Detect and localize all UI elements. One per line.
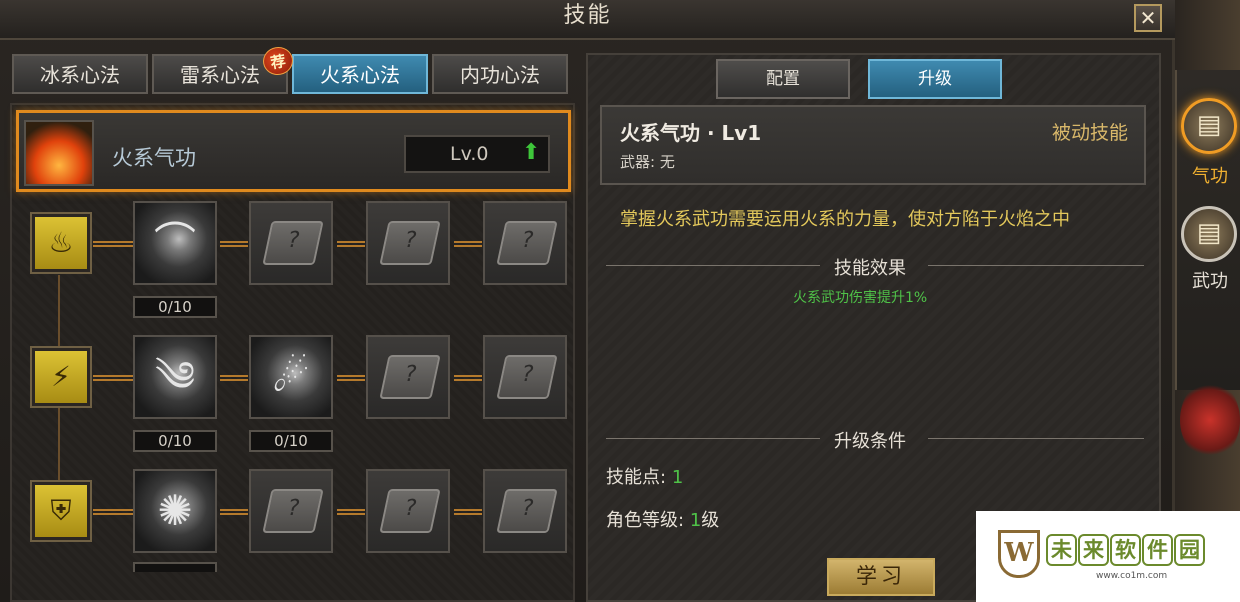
locked-book-icon: ? xyxy=(262,489,324,533)
shield-emblem-icon: ⛨ xyxy=(32,482,90,540)
skill-slot[interactable]: ༄ xyxy=(133,335,217,419)
skill-count: 0/10 xyxy=(249,430,333,452)
divider xyxy=(606,438,820,439)
divider xyxy=(928,438,1144,439)
background-ornament xyxy=(1180,380,1240,460)
qigong-book-icon[interactable]: ▤ xyxy=(1181,98,1237,154)
skill-points-value: 1 xyxy=(671,467,684,488)
tree-link xyxy=(220,375,248,381)
role-level-unit: 级 xyxy=(701,510,720,531)
side-tab-qigong[interactable]: 气功 xyxy=(1192,162,1228,188)
skill-slot[interactable]: ⌒ xyxy=(133,201,217,285)
burst-icon: ✺ xyxy=(157,486,193,535)
locked-book-icon: ? xyxy=(379,221,441,265)
skill-slot[interactable]: ☄ xyxy=(249,335,333,419)
skill-type: 被动技能 xyxy=(1052,122,1129,144)
locked-book-icon: ? xyxy=(379,355,441,399)
skill-name: 火系气功 xyxy=(112,146,196,170)
tree-link xyxy=(220,509,248,515)
spirit-icon: ༄ xyxy=(154,352,196,401)
tree-connector xyxy=(58,275,60,355)
skill-points-label: 技能点: xyxy=(606,467,667,488)
skill-slot-locked[interactable]: ? xyxy=(483,469,567,553)
tree-connector xyxy=(58,408,60,488)
tab-inner[interactable]: 内功心法 xyxy=(432,54,568,94)
tree-link xyxy=(337,241,365,247)
skill-slot-locked[interactable]: ? xyxy=(249,201,333,285)
skill-slot-locked[interactable]: ? xyxy=(366,469,450,553)
claw-emblem-icon: ⚡ xyxy=(32,348,90,406)
skill-slot[interactable]: ✺ xyxy=(133,469,217,553)
tab-fire[interactable]: 火系心法 xyxy=(292,54,428,94)
tree-link xyxy=(454,375,482,381)
tree-link xyxy=(454,509,482,515)
weapon-requirement: 武器: 无 xyxy=(620,153,675,171)
divider xyxy=(606,265,820,266)
tree-link xyxy=(454,241,482,247)
skill-points-row: 技能点: 1 xyxy=(606,463,683,489)
skill-slot-locked[interactable]: ? xyxy=(249,469,333,553)
window-title: 技能 xyxy=(0,0,1175,40)
locked-book-icon: ? xyxy=(496,355,558,399)
comet-icon: ☄ xyxy=(272,352,310,401)
tab-upgrade[interactable]: 升级 xyxy=(868,59,1002,99)
tree-link xyxy=(93,241,133,247)
skill-slot-locked[interactable]: ? xyxy=(483,335,567,419)
tree-link xyxy=(337,509,365,515)
watermark-url: www.co1m.com xyxy=(1096,571,1168,581)
watermark-char: 来 xyxy=(1078,534,1109,566)
skill-level: Lv.0 xyxy=(450,143,489,165)
skill-count xyxy=(133,562,217,572)
skill-slot-locked[interactable]: ? xyxy=(366,201,450,285)
watermark-char: 件 xyxy=(1142,534,1173,566)
watermark-text: 未来软件园 xyxy=(1046,534,1206,566)
tab-config[interactable]: 配置 xyxy=(716,59,850,99)
locked-book-icon: ? xyxy=(496,489,558,533)
locked-book-icon: ? xyxy=(496,221,558,265)
skill-slot-locked[interactable]: ? xyxy=(366,335,450,419)
tree-link xyxy=(337,375,365,381)
watermark-char: 未 xyxy=(1046,534,1077,566)
slash-icon: ⌒ xyxy=(153,218,196,267)
locked-book-icon: ? xyxy=(262,221,324,265)
fire-emblem-icon: ♨ xyxy=(32,214,90,272)
watermark-char: 软 xyxy=(1110,534,1141,566)
upgrade-arrow-icon[interactable]: ⬆ xyxy=(522,142,542,165)
learn-button[interactable]: 学习 xyxy=(827,558,935,596)
skill-slot-locked[interactable]: ? xyxy=(483,201,567,285)
close-button[interactable]: ✕ xyxy=(1134,4,1162,32)
role-level-row: 角色等级: 1级 xyxy=(606,506,719,532)
watermark-logo: W xyxy=(998,530,1040,578)
skill-count: 0/10 xyxy=(133,430,217,452)
effect-heading: 技能效果 xyxy=(834,258,906,279)
tree-link xyxy=(93,375,133,381)
tab-ice[interactable]: 冰系心法 xyxy=(12,54,148,94)
skill-description: 掌握火系武功需要运用火系的力量，使对方陷于火焰之中 xyxy=(620,209,1070,230)
martial-book-icon[interactable]: ▤ xyxy=(1181,206,1237,262)
skill-effect: 火系武功伤害提升1% xyxy=(793,290,928,306)
condition-heading: 升级条件 xyxy=(834,431,906,452)
role-level-label: 角色等级: xyxy=(606,510,685,531)
detail-title: 火系气功 · Lv1 xyxy=(620,121,762,145)
skill-count: 0/10 xyxy=(133,296,217,318)
fire-skill-icon xyxy=(24,120,94,186)
tree-link xyxy=(220,241,248,247)
divider xyxy=(928,265,1144,266)
watermark-char: 园 xyxy=(1174,534,1205,566)
tree-link xyxy=(93,509,133,515)
side-tab-martial[interactable]: 武功 xyxy=(1192,267,1228,293)
role-level-value: 1 xyxy=(689,510,702,531)
locked-book-icon: ? xyxy=(379,489,441,533)
